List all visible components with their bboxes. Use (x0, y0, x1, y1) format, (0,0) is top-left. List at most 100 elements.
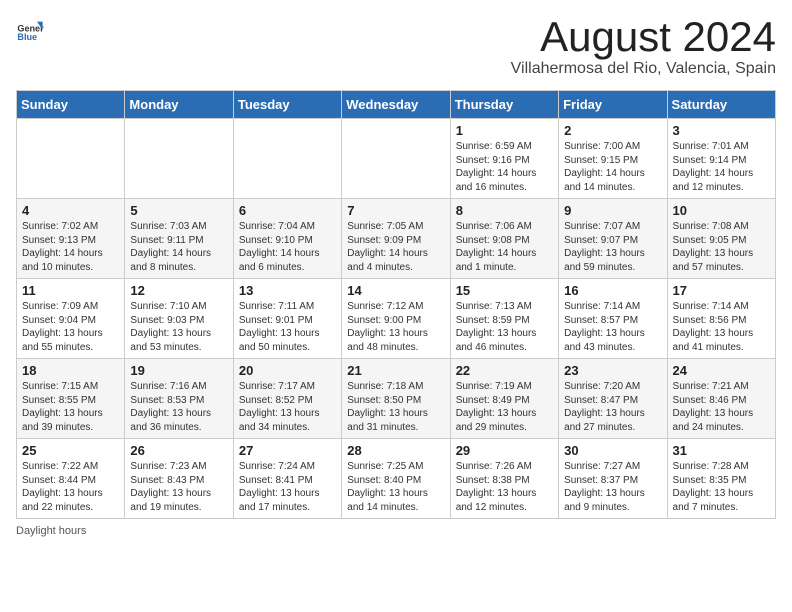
day-number: 5 (130, 203, 227, 218)
day-number: 9 (564, 203, 661, 218)
calendar-cell: 28 Sunrise: 7:25 AM Sunset: 8:40 PM Dayli… (342, 439, 450, 519)
day-number: 31 (673, 443, 770, 458)
calendar-cell: 13Sunrise: 7:11 AM Sunset: 9:01 PM Dayli… (233, 279, 341, 359)
calendar-cell: 21 Sunrise: 7:18 AM Sunset: 8:50 PM Dayli… (342, 359, 450, 439)
day-info: Sunrise: 7:15 AM Sunset: 8:55 PM Dayligh… (22, 380, 119, 434)
calendar-cell: 8 Sunrise: 7:06 AM Sunset: 9:08 PM Daylig… (450, 199, 558, 279)
day-info: Sunrise: 7:22 AM Sunset: 8:44 PM Dayligh… (22, 460, 119, 514)
day-info: Sunrise: 7:14 AM Sunset: 8:56 PM Dayligh… (673, 300, 770, 354)
day-info: Sunrise: 7:28 AM Sunset: 8:35 PM Dayligh… (673, 460, 770, 514)
header: General Blue August 2024 Villahermosa de… (16, 16, 776, 78)
calendar-week-row: 4 Sunrise: 7:02 AM Sunset: 9:13 PM Daylig… (17, 199, 776, 279)
day-number: 24 (673, 363, 770, 378)
calendar-cell: 27Sunrise: 7:24 AM Sunset: 8:41 PM Dayli… (233, 439, 341, 519)
day-info: Sunrise: 7:13 AM Sunset: 8:59 PM Dayligh… (456, 300, 553, 354)
day-of-week-header: Saturday (667, 91, 775, 119)
day-info: Sunrise: 7:20 AM Sunset: 8:47 PM Dayligh… (564, 380, 661, 434)
day-info: Sunrise: 7:05 AM Sunset: 9:09 PM Dayligh… (347, 220, 444, 274)
day-number: 25 (22, 443, 119, 458)
calendar-cell: 14 Sunrise: 7:12 AM Sunset: 9:00 PM Dayli… (342, 279, 450, 359)
day-number: 21 (347, 363, 444, 378)
day-of-week-header: Tuesday (233, 91, 341, 119)
calendar-week-row: 11Sunrise: 7:09 AM Sunset: 9:04 PM Dayli… (17, 279, 776, 359)
calendar-cell: 18 Sunrise: 7:15 AM Sunset: 8:55 PM Dayli… (17, 359, 125, 439)
day-info: Sunrise: 7:17 AM Sunset: 8:52 PM Dayligh… (239, 380, 336, 434)
calendar-cell (233, 119, 341, 199)
day-info: Sunrise: 7:14 AM Sunset: 8:57 PM Dayligh… (564, 300, 661, 354)
svg-text:Blue: Blue (17, 32, 37, 42)
day-number: 7 (347, 203, 444, 218)
day-info: Sunrise: 7:03 AM Sunset: 9:11 PM Dayligh… (130, 220, 227, 274)
calendar-cell: 26Sunrise: 7:23 AM Sunset: 8:43 PM Dayli… (125, 439, 233, 519)
calendar-cell (17, 119, 125, 199)
day-info: Sunrise: 7:01 AM Sunset: 9:14 PM Dayligh… (673, 140, 770, 194)
calendar-cell: 3 Sunrise: 7:01 AM Sunset: 9:14 PM Daylig… (667, 119, 775, 199)
day-info: Sunrise: 7:10 AM Sunset: 9:03 PM Dayligh… (130, 300, 227, 354)
day-of-week-header: Monday (125, 91, 233, 119)
calendar-cell: 23 Sunrise: 7:20 AM Sunset: 8:47 PM Dayli… (559, 359, 667, 439)
day-number: 19 (130, 363, 227, 378)
day-info: Sunrise: 7:07 AM Sunset: 9:07 PM Dayligh… (564, 220, 661, 274)
day-info: Sunrise: 7:08 AM Sunset: 9:05 PM Dayligh… (673, 220, 770, 274)
day-number: 22 (456, 363, 553, 378)
day-number: 15 (456, 283, 553, 298)
day-number: 10 (673, 203, 770, 218)
day-number: 8 (456, 203, 553, 218)
calendar-cell: 31 Sunrise: 7:28 AM Sunset: 8:35 PM Dayli… (667, 439, 775, 519)
calendar-cell: 2 Sunrise: 7:00 AM Sunset: 9:15 PM Daylig… (559, 119, 667, 199)
calendar-cell: 22 Sunrise: 7:19 AM Sunset: 8:49 PM Dayli… (450, 359, 558, 439)
day-number: 3 (673, 123, 770, 138)
day-number: 2 (564, 123, 661, 138)
calendar-cell (342, 119, 450, 199)
day-of-week-header: Wednesday (342, 91, 450, 119)
calendar-cell: 29Sunrise: 7:26 AM Sunset: 8:38 PM Dayli… (450, 439, 558, 519)
title-area: August 2024 Villahermosa del Rio, Valenc… (511, 16, 776, 78)
calendar-cell: 4 Sunrise: 7:02 AM Sunset: 9:13 PM Daylig… (17, 199, 125, 279)
calendar-week-row: 18 Sunrise: 7:15 AM Sunset: 8:55 PM Dayli… (17, 359, 776, 439)
day-info: Sunrise: 7:02 AM Sunset: 9:13 PM Dayligh… (22, 220, 119, 274)
calendar-cell: 1Sunrise: 6:59 AM Sunset: 9:16 PM Daylig… (450, 119, 558, 199)
calendar-cell: 5 Sunrise: 7:03 AM Sunset: 9:11 PM Daylig… (125, 199, 233, 279)
day-number: 16 (564, 283, 661, 298)
day-info: Sunrise: 7:25 AM Sunset: 8:40 PM Dayligh… (347, 460, 444, 514)
calendar-cell: 17Sunrise: 7:14 AM Sunset: 8:56 PM Dayli… (667, 279, 775, 359)
calendar-cell: 7 Sunrise: 7:05 AM Sunset: 9:09 PM Daylig… (342, 199, 450, 279)
day-number: 6 (239, 203, 336, 218)
day-number: 28 (347, 443, 444, 458)
day-number: 20 (239, 363, 336, 378)
day-info: Sunrise: 7:21 AM Sunset: 8:46 PM Dayligh… (673, 380, 770, 434)
day-number: 14 (347, 283, 444, 298)
day-info: Sunrise: 7:24 AM Sunset: 8:41 PM Dayligh… (239, 460, 336, 514)
calendar-cell: 12Sunrise: 7:10 AM Sunset: 9:03 PM Dayli… (125, 279, 233, 359)
calendar-cell: 30 Sunrise: 7:27 AM Sunset: 8:37 PM Dayli… (559, 439, 667, 519)
calendar-body: 1Sunrise: 6:59 AM Sunset: 9:16 PM Daylig… (17, 119, 776, 519)
day-info: Sunrise: 7:26 AM Sunset: 8:38 PM Dayligh… (456, 460, 553, 514)
calendar-cell: 15 Sunrise: 7:13 AM Sunset: 8:59 PM Dayli… (450, 279, 558, 359)
day-number: 18 (22, 363, 119, 378)
day-number: 13 (239, 283, 336, 298)
day-info: Sunrise: 7:19 AM Sunset: 8:49 PM Dayligh… (456, 380, 553, 434)
calendar-subtitle: Villahermosa del Rio, Valencia, Spain (511, 60, 776, 78)
day-number: 4 (22, 203, 119, 218)
day-number: 23 (564, 363, 661, 378)
calendar-cell: 19 Sunrise: 7:16 AM Sunset: 8:53 PM Dayli… (125, 359, 233, 439)
day-info: Sunrise: 7:12 AM Sunset: 9:00 PM Dayligh… (347, 300, 444, 354)
day-info: Sunrise: 7:16 AM Sunset: 8:53 PM Dayligh… (130, 380, 227, 434)
day-info: Sunrise: 7:27 AM Sunset: 8:37 PM Dayligh… (564, 460, 661, 514)
logo: General Blue (16, 16, 48, 44)
day-number: 26 (130, 443, 227, 458)
calendar-cell (125, 119, 233, 199)
calendar-cell: 25 Sunrise: 7:22 AM Sunset: 8:44 PM Dayli… (17, 439, 125, 519)
calendar-cell: 16 Sunrise: 7:14 AM Sunset: 8:57 PM Dayli… (559, 279, 667, 359)
day-number: 30 (564, 443, 661, 458)
day-of-week-header: Sunday (17, 91, 125, 119)
day-info: Sunrise: 7:04 AM Sunset: 9:10 PM Dayligh… (239, 220, 336, 274)
day-of-week-header: Thursday (450, 91, 558, 119)
calendar-cell: 6 Sunrise: 7:04 AM Sunset: 9:10 PM Daylig… (233, 199, 341, 279)
day-info: Sunrise: 7:06 AM Sunset: 9:08 PM Dayligh… (456, 220, 553, 274)
calendar-cell: 11Sunrise: 7:09 AM Sunset: 9:04 PM Dayli… (17, 279, 125, 359)
day-info: Sunrise: 7:18 AM Sunset: 8:50 PM Dayligh… (347, 380, 444, 434)
day-info: Sunrise: 7:00 AM Sunset: 9:15 PM Dayligh… (564, 140, 661, 194)
calendar-header-row: SundayMondayTuesdayWednesdayThursdayFrid… (17, 91, 776, 119)
calendar-cell: 9 Sunrise: 7:07 AM Sunset: 9:07 PM Daylig… (559, 199, 667, 279)
